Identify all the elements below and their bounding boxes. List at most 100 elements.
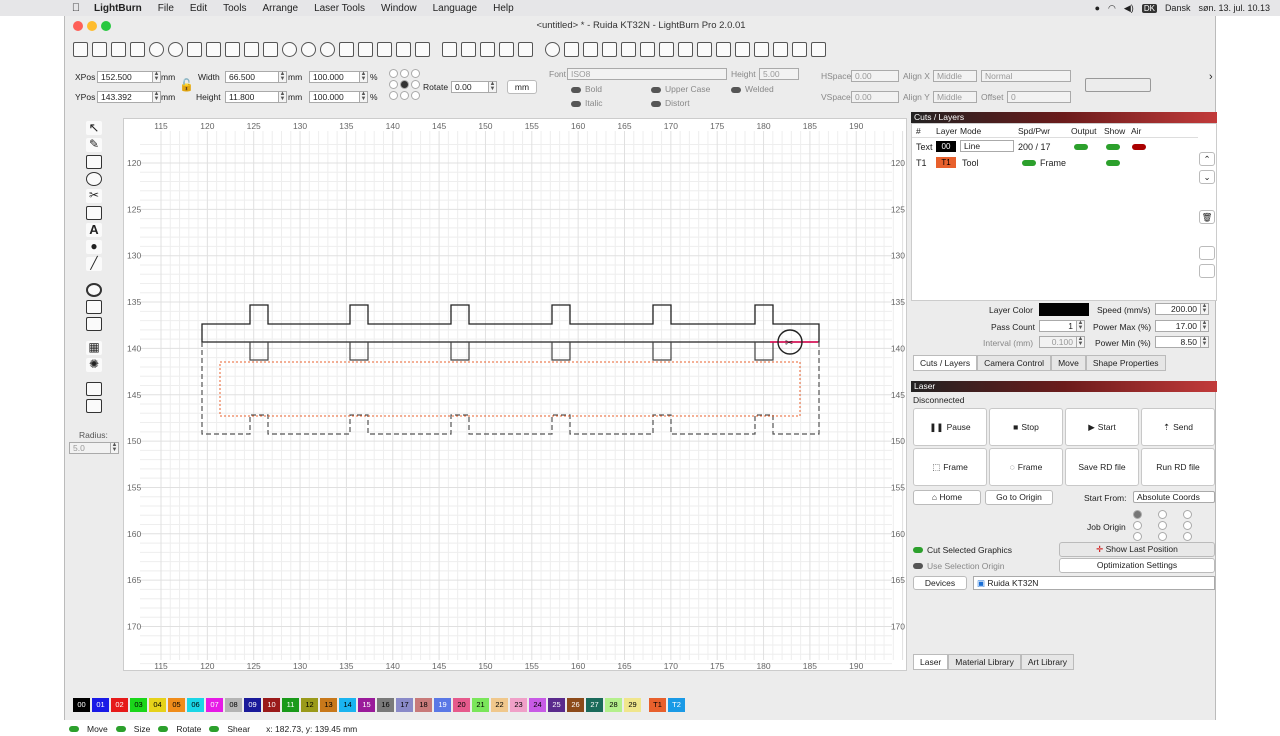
zoom-out-icon[interactable] bbox=[301, 41, 316, 57]
align-top-icon[interactable] bbox=[602, 41, 617, 57]
width-percent-field[interactable]: 100.000 bbox=[309, 71, 360, 83]
layer-color-swatch[interactable]: 00 bbox=[936, 141, 956, 152]
font-height-field[interactable]: 5.00 bbox=[759, 68, 799, 80]
palette-swatch[interactable]: 14 bbox=[339, 698, 356, 712]
align-left-icon[interactable] bbox=[564, 41, 579, 57]
select-arrow-icon[interactable]: ↖ bbox=[86, 121, 102, 135]
palette-swatch[interactable]: 16 bbox=[377, 698, 394, 712]
menu-file[interactable]: File bbox=[150, 3, 182, 14]
layer-color-box[interactable] bbox=[1039, 303, 1089, 316]
output-toggle[interactable] bbox=[1074, 144, 1088, 150]
redo-icon[interactable] bbox=[168, 41, 183, 57]
device-select[interactable]: ▣ Ruida KT32N bbox=[973, 576, 1215, 590]
menu-help[interactable]: Help bbox=[485, 3, 522, 14]
palette-swatch[interactable]: 06 bbox=[187, 698, 204, 712]
palette-swatch[interactable]: 02 bbox=[111, 698, 128, 712]
tab-cuts-layers[interactable]: Cuts / Layers bbox=[913, 355, 978, 371]
save-icon[interactable] bbox=[111, 41, 126, 57]
palette-swatch[interactable]: 18 bbox=[415, 698, 432, 712]
tab-shape-properties[interactable]: Shape Properties bbox=[1085, 355, 1166, 371]
tab-move[interactable]: Move bbox=[1051, 355, 1086, 371]
same-width-icon[interactable] bbox=[735, 41, 750, 57]
palette-swatch[interactable]: 09 bbox=[244, 698, 261, 712]
width-percent-spinner[interactable]: ▲ ▼ bbox=[360, 71, 368, 83]
frame-button[interactable]: ⬚ Frame bbox=[913, 448, 987, 486]
rounded-corner-icon[interactable] bbox=[86, 382, 102, 396]
start-button[interactable]: ▶ Start bbox=[1065, 408, 1139, 446]
tab-camera-control[interactable]: Camera Control bbox=[977, 355, 1052, 371]
text-align-icons[interactable] bbox=[1085, 78, 1151, 92]
rectangle-tool-icon[interactable] bbox=[86, 155, 102, 169]
menu-edit[interactable]: Edit bbox=[182, 3, 215, 14]
xpos-field[interactable]: 152.500 bbox=[97, 71, 153, 83]
palette-swatch[interactable]: 00 bbox=[73, 698, 90, 712]
dock-right-icon[interactable] bbox=[792, 41, 807, 57]
rotate-spinner[interactable]: ▲ ▼ bbox=[489, 81, 497, 93]
layer-color-swatch[interactable]: T1 bbox=[936, 157, 956, 168]
chevron-right-icon[interactable]: › bbox=[1209, 71, 1213, 83]
menu-arrange[interactable]: Arrange bbox=[254, 3, 306, 14]
palette-swatch[interactable]: 05 bbox=[168, 698, 185, 712]
distort-toggle[interactable] bbox=[651, 101, 661, 107]
width-field[interactable]: 66.500 bbox=[225, 71, 279, 83]
use-selection-origin-toggle[interactable] bbox=[913, 563, 923, 569]
edit-nodes-icon[interactable]: ✎ bbox=[86, 138, 102, 152]
trash-icon[interactable]: 🗑 bbox=[1199, 210, 1215, 224]
pass-count-spinner[interactable]: ▲ ▼ bbox=[1077, 320, 1085, 332]
tab-laser[interactable]: Laser bbox=[913, 654, 949, 670]
cut-selected-toggle[interactable] bbox=[913, 547, 923, 553]
zoom-in-icon[interactable] bbox=[282, 41, 297, 57]
record-icon[interactable]: ● bbox=[1095, 3, 1100, 13]
radius-field[interactable]: 5.0 bbox=[69, 442, 111, 454]
canvas-svg[interactable]: 115 120 125 130 135 140 145 150 155 160 165 170 175 1… bbox=[124, 119, 907, 671]
palette-swatch[interactable]: 01 bbox=[92, 698, 109, 712]
font-select[interactable]: ISO8 bbox=[567, 68, 727, 80]
wifi-icon[interactable]: ◠ bbox=[1108, 3, 1116, 14]
offset-field[interactable]: 0 bbox=[1007, 91, 1071, 103]
grid-array-icon[interactable]: ▦ bbox=[86, 341, 102, 355]
start-from-select[interactable]: Absolute Coords bbox=[1133, 491, 1215, 503]
power-min-field[interactable]: 8.50 bbox=[1155, 336, 1201, 348]
run-rd-button[interactable]: Run RD file bbox=[1141, 448, 1215, 486]
layer-row-tool[interactable]: T1 T1 Tool Frame bbox=[912, 156, 1198, 170]
undo-icon[interactable] bbox=[149, 41, 164, 57]
frame-rubberband-button[interactable]: ◌ Frame bbox=[989, 448, 1063, 486]
monitor-icon[interactable] bbox=[377, 41, 392, 57]
paste-icon[interactable] bbox=[225, 41, 240, 57]
size-toggle[interactable] bbox=[115, 726, 126, 732]
copy-icon[interactable] bbox=[206, 41, 221, 57]
ellipse-tool-icon[interactable] bbox=[86, 172, 102, 186]
camera-icon[interactable] bbox=[358, 41, 373, 57]
measure-tool-icon[interactable]: ╱ bbox=[86, 257, 102, 271]
air-toggle[interactable] bbox=[1132, 144, 1146, 150]
pause-button[interactable]: ❚❚ Pause bbox=[913, 408, 987, 446]
align-vcenter-icon[interactable] bbox=[659, 41, 674, 57]
welded-toggle[interactable] bbox=[731, 87, 741, 93]
stop-button[interactable]: ■ Stop bbox=[989, 408, 1063, 446]
anchor-point-grid[interactable] bbox=[389, 69, 420, 100]
interval-field[interactable]: 0.100 bbox=[1039, 336, 1077, 348]
chamfer-icon[interactable] bbox=[86, 399, 102, 413]
import-icon[interactable] bbox=[187, 41, 202, 57]
dock-up-icon[interactable] bbox=[811, 41, 826, 57]
devices-button[interactable]: Devices bbox=[913, 576, 967, 590]
power-min-spinner[interactable]: ▲ ▼ bbox=[1201, 336, 1209, 348]
move-toggle[interactable] bbox=[69, 726, 79, 732]
tools-icon[interactable] bbox=[415, 41, 430, 57]
send-button[interactable]: ⇡ Send bbox=[1141, 408, 1215, 446]
home-button[interactable]: ⌂ Home bbox=[913, 490, 981, 505]
align-right-icon[interactable] bbox=[583, 41, 598, 57]
italic-toggle[interactable] bbox=[571, 101, 581, 107]
palette-swatch[interactable]: 08 bbox=[225, 698, 242, 712]
save-rd-button[interactable]: Save RD file bbox=[1065, 448, 1139, 486]
width-spinner[interactable]: ▲ ▼ bbox=[279, 71, 287, 83]
speed-spinner[interactable]: ▲ ▼ bbox=[1201, 303, 1209, 315]
layer-mode-select[interactable]: Line bbox=[960, 140, 1014, 152]
interval-spinner[interactable]: ▲ ▼ bbox=[1077, 336, 1085, 348]
text-mode-select[interactable]: Normal bbox=[981, 70, 1071, 82]
rotate-field[interactable]: 0.00 bbox=[451, 81, 489, 93]
menu-app[interactable]: LightBurn bbox=[86, 3, 150, 14]
ypos-field[interactable]: 143.392 bbox=[97, 91, 153, 103]
palette-swatch[interactable]: 04 bbox=[149, 698, 166, 712]
layer-row-text[interactable]: Text 00 Line 200 / 17 bbox=[912, 140, 1198, 154]
